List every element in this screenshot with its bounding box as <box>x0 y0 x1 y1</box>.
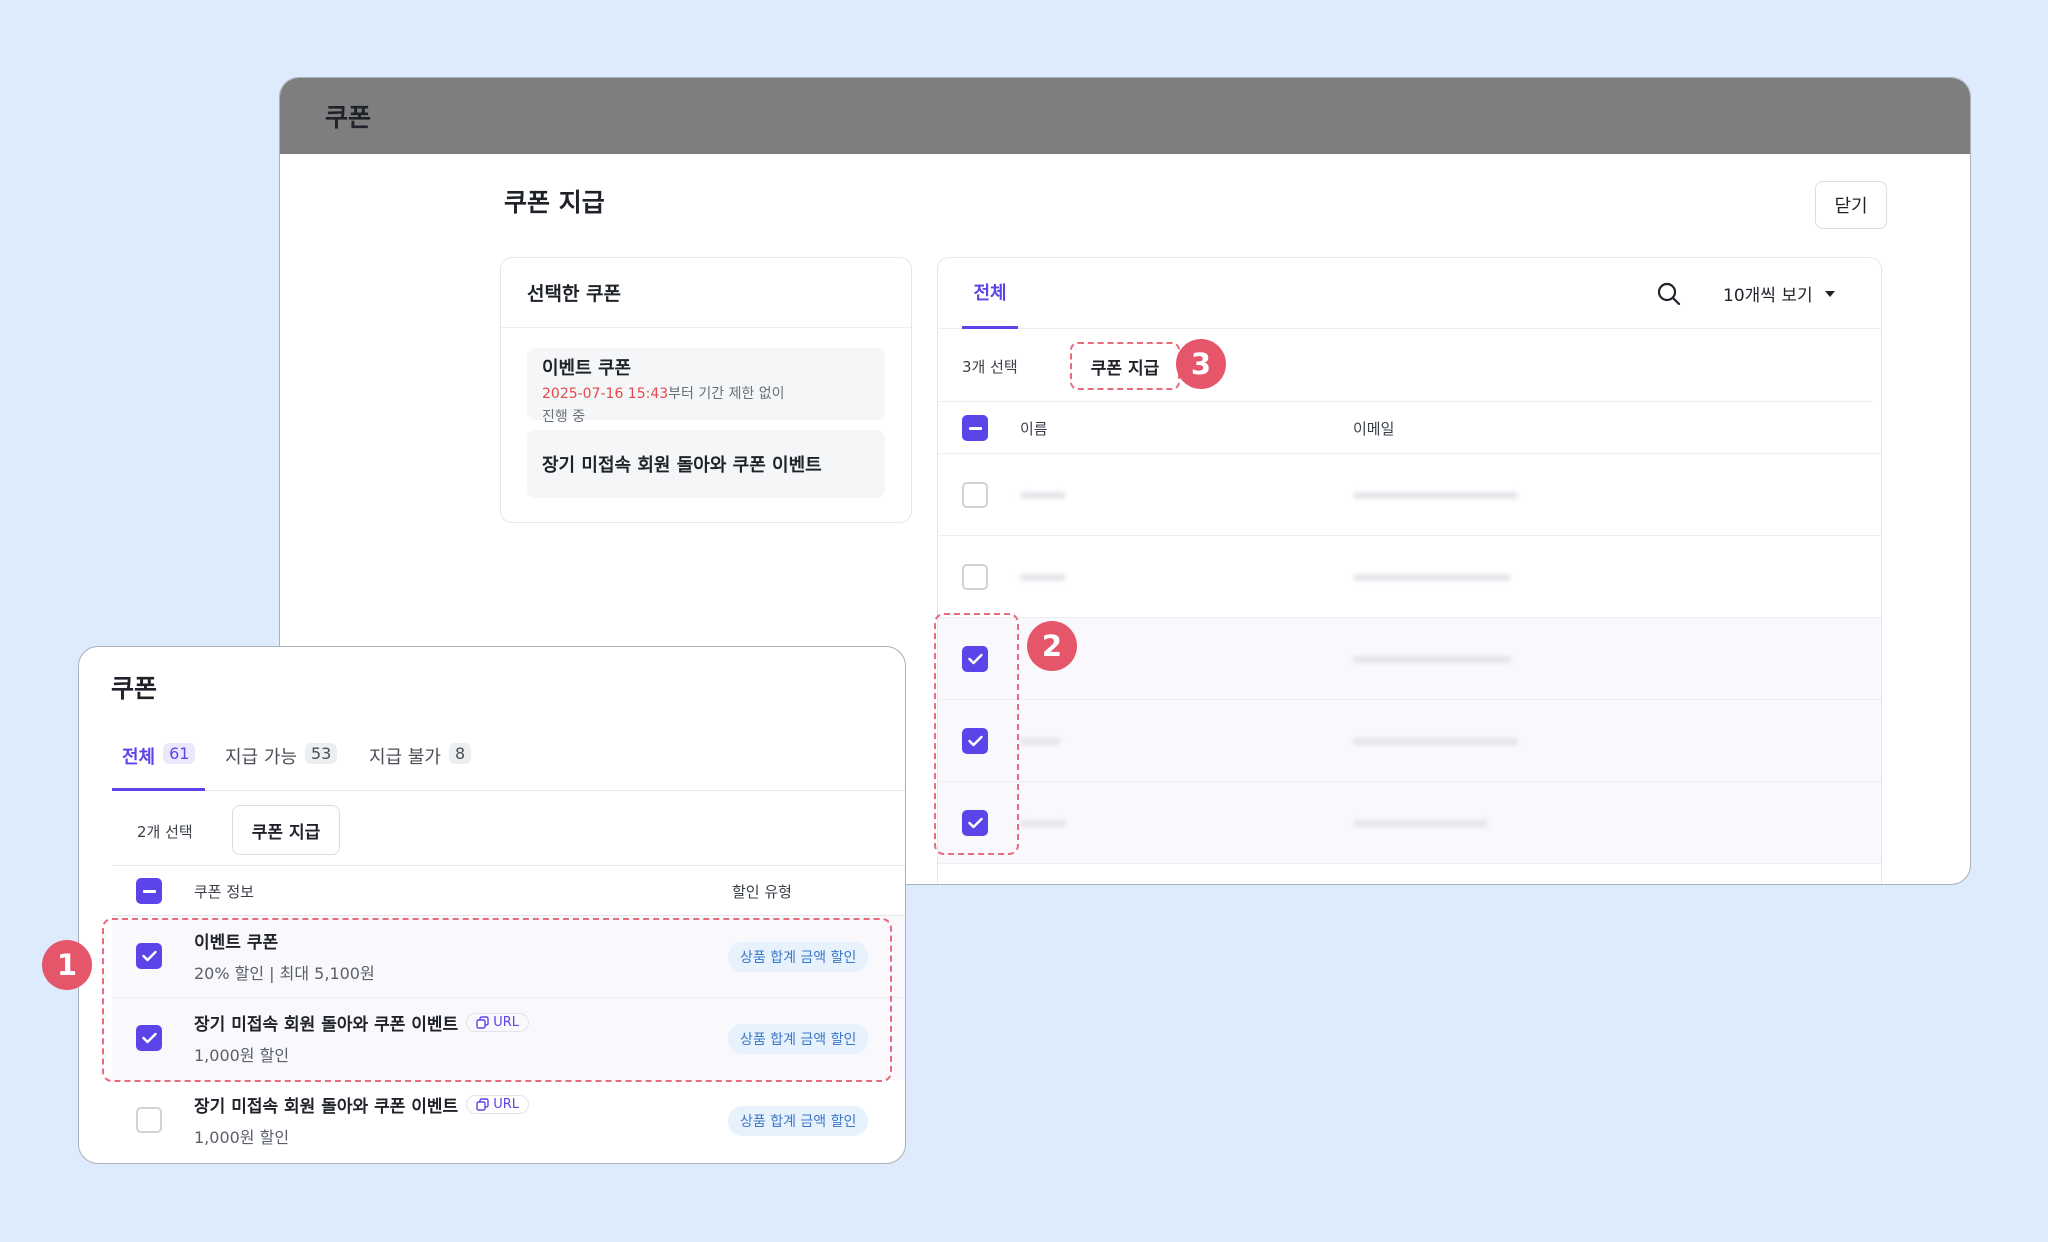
coupon-period-suffix: 부터 기간 제한 없이 <box>668 386 785 402</box>
selected-coupons-card: 선택한 쿠폰 이벤트 쿠폰 2025-07-16 15:43부터 기간 제한 없… <box>500 257 912 523</box>
per-page-label: 10개씩 보기 <box>1723 286 1813 306</box>
coupon-tabs: 전체 61 지급 가능 53 지급 불가 8 <box>112 743 905 791</box>
tab-all[interactable]: 전체 61 <box>112 743 206 791</box>
selected-coupon-status: 진행 중 <box>542 409 586 425</box>
search-icon[interactable] <box>1656 281 1682 307</box>
blurred-name <box>1020 574 1066 581</box>
popup-title: 쿠폰 <box>111 674 158 703</box>
column-email: 이메일 <box>1353 420 1395 438</box>
issue-coupon-button[interactable]: 쿠폰 지급 <box>232 805 340 855</box>
per-page-select[interactable]: 10개씩 보기 <box>1723 281 1835 306</box>
coupon-title: 장기 미접속 회원 돌아와 쿠폰 이벤트 URL <box>194 1092 529 1117</box>
discount-type-tag: 상품 합계 금액 할인 <box>728 1106 869 1136</box>
tab-count: 61 <box>163 743 196 764</box>
selected-coupon-item: 장기 미접속 회원 돌아와 쿠폰 이벤트 <box>527 430 885 498</box>
selected-coupon-period: 2025-07-16 15:43부터 기간 제한 없이 <box>542 383 870 403</box>
coupon-select-popup: 쿠폰 전체 61 지급 가능 53 지급 불가 8 2개 선택 쿠폰 지급 쿠폰… <box>78 646 906 1164</box>
url-tag-label: URL <box>493 1097 519 1112</box>
bulk-action-row: 3개 선택 쿠폰 지급 <box>938 329 1873 402</box>
member-tabs: 전체 10개씩 보기 <box>938 258 1881 329</box>
close-button[interactable]: 닫기 <box>1815 181 1887 229</box>
table-row[interactable] <box>938 536 1881 618</box>
callout-badge-1: 1 <box>42 940 92 990</box>
column-discount-type: 할인 유형 <box>732 883 792 901</box>
callout-badge-2: 2 <box>1027 621 1077 671</box>
tab-label: 지급 불가 <box>369 747 441 768</box>
tab-label: 전체 <box>122 747 156 768</box>
caret-down-icon <box>1824 290 1835 297</box>
selected-coupons-header: 선택한 쿠폰 <box>501 258 911 328</box>
copy-icon <box>476 1098 489 1111</box>
tab-all[interactable]: 전체 <box>962 258 1018 329</box>
tab-not-issuable[interactable]: 지급 불가 8 <box>369 743 472 791</box>
coupon-discount: 1,000원 할인 <box>194 1128 290 1147</box>
table-row[interactable] <box>938 700 1881 782</box>
issue-coupon-button[interactable]: 쿠폰 지급 <box>1070 342 1180 390</box>
blurred-name <box>1020 820 1066 827</box>
callout-highlight-2 <box>934 613 1019 855</box>
callout-highlight-1 <box>102 918 892 1082</box>
table-header: 쿠폰 정보 할인 유형 <box>112 865 905 916</box>
selected-count: 3개 선택 <box>962 358 1018 376</box>
blurred-name <box>1020 738 1060 745</box>
column-coupon-info: 쿠폰 정보 <box>194 883 254 901</box>
tab-count: 8 <box>448 743 472 764</box>
url-tag[interactable]: URL <box>466 1095 529 1114</box>
column-name: 이름 <box>1020 420 1048 438</box>
select-all-checkbox[interactable] <box>136 878 162 904</box>
table-row[interactable] <box>938 454 1881 536</box>
blurred-name <box>1020 492 1066 499</box>
coupon-row[interactable]: 장기 미접속 회원 돌아와 쿠폰 이벤트 URL 1,000원 할인 상품 합계… <box>112 1080 905 1162</box>
blurred-email <box>1353 820 1488 827</box>
selected-coupon-title: 이벤트 쿠폰 <box>542 358 632 379</box>
blurred-email <box>1353 574 1511 581</box>
row-checkbox[interactable] <box>136 1107 162 1133</box>
coupon-start-date: 2025-07-16 15:43 <box>542 386 669 402</box>
tab-label: 지급 가능 <box>225 747 297 768</box>
coupon-title-text: 장기 미접속 회원 돌아와 쿠폰 이벤트 <box>194 1097 459 1117</box>
table-row[interactable] <box>938 618 1881 700</box>
blurred-email <box>1353 656 1511 663</box>
selected-coupon-item: 이벤트 쿠폰 2025-07-16 15:43부터 기간 제한 없이 진행 중 <box>527 348 885 425</box>
tab-count: 53 <box>304 743 338 764</box>
member-list-panel: 전체 10개씩 보기 3개 선택 쿠폰 지급 이름 이메일 <box>937 257 1882 884</box>
page-title: 쿠폰 지급 <box>504 188 605 217</box>
table-row[interactable] <box>938 782 1881 864</box>
window-title: 쿠폰 <box>325 103 372 132</box>
selected-count: 2개 선택 <box>137 823 193 841</box>
window-title-bar: 쿠폰 <box>280 78 1970 154</box>
table-header: 이름 이메일 <box>938 402 1881 454</box>
selected-coupon-title: 장기 미접속 회원 돌아와 쿠폰 이벤트 <box>542 455 822 476</box>
blurred-email <box>1353 738 1518 745</box>
blurred-email <box>1353 492 1518 499</box>
callout-badge-3: 3 <box>1176 339 1226 389</box>
row-checkbox[interactable] <box>962 482 988 508</box>
tab-issuable[interactable]: 지급 가능 53 <box>225 743 338 791</box>
row-checkbox[interactable] <box>962 564 988 590</box>
select-all-checkbox[interactable] <box>962 415 988 441</box>
